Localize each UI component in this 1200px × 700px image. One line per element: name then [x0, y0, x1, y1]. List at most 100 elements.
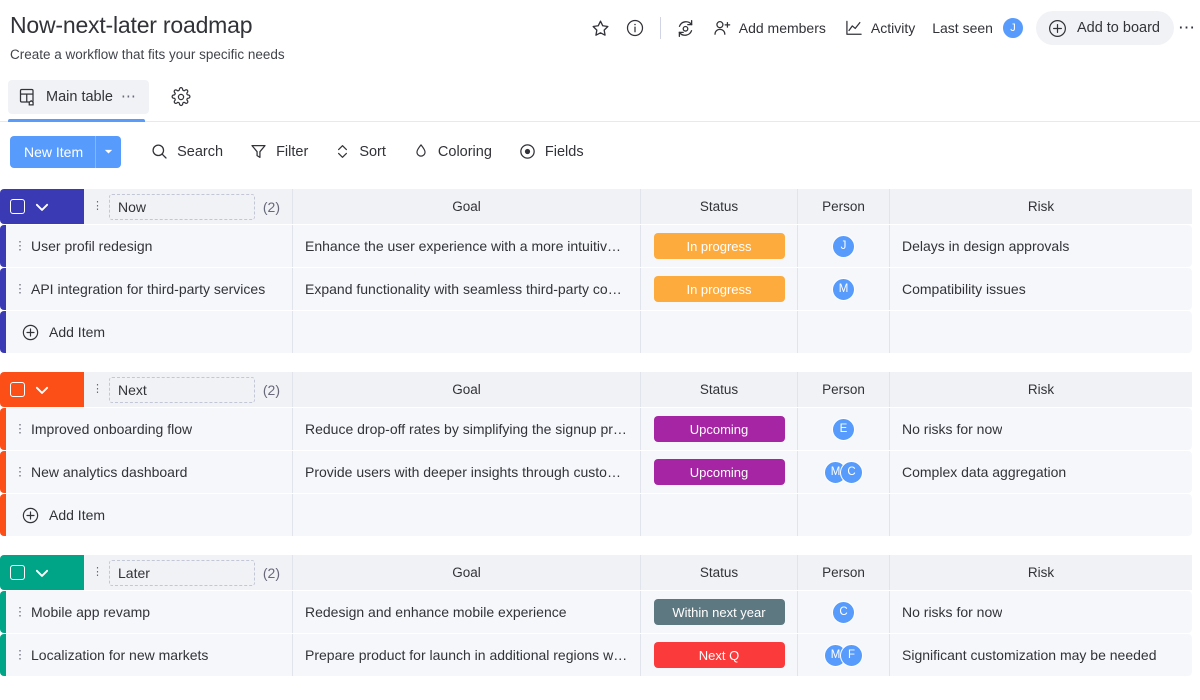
column-header-risk[interactable]: Risk — [889, 372, 1192, 407]
status-badge[interactable]: Upcoming — [654, 416, 785, 442]
status-badge[interactable]: Within next year — [654, 599, 785, 625]
risk-cell[interactable]: No risks for now — [889, 408, 1192, 450]
risk-cell-empty[interactable] — [889, 311, 1192, 353]
person-cell-empty[interactable] — [797, 494, 889, 536]
status-badge[interactable]: In progress — [654, 233, 785, 259]
group-name[interactable]: Later — [109, 560, 255, 586]
group-name[interactable]: Next — [109, 377, 255, 403]
person-cell-empty[interactable] — [797, 311, 889, 353]
column-header-goal[interactable]: Goal — [292, 189, 640, 224]
sort-button[interactable]: Sort — [323, 136, 397, 168]
person-cell[interactable]: E — [797, 408, 889, 450]
group-collapse-chevron-icon[interactable] — [35, 200, 49, 214]
group-select-checkbox[interactable] — [10, 199, 25, 214]
goal-cell-empty[interactable] — [292, 311, 640, 353]
row-menu-icon[interactable]: ⋮ — [14, 471, 26, 474]
group-select-checkbox[interactable] — [10, 565, 25, 580]
status-cell[interactable]: Upcoming — [640, 451, 797, 493]
item-name-cell[interactable]: ⋮Mobile app revamp — [0, 591, 292, 633]
column-header-risk[interactable]: Risk — [889, 555, 1192, 590]
add-item-button[interactable]: Add Item — [0, 494, 292, 536]
person-cell[interactable]: MF — [797, 634, 889, 676]
item-name-cell[interactable]: ⋮New analytics dashboard — [0, 451, 292, 493]
risk-cell[interactable]: No risks for now — [889, 591, 1192, 633]
avatar[interactable]: M — [832, 278, 855, 301]
tab-menu-icon[interactable]: ⋯ — [121, 93, 137, 101]
search-button[interactable]: Search — [139, 136, 234, 168]
column-header-person[interactable]: Person — [797, 555, 889, 590]
table-row[interactable]: ⋮API integration for third-party service… — [0, 268, 1192, 310]
add-members-button[interactable]: Add members — [703, 12, 835, 44]
avatar[interactable]: C — [840, 461, 863, 484]
chevron-down-icon[interactable] — [95, 136, 121, 168]
goal-cell[interactable]: Reduce drop-off rates by simplifying the… — [292, 408, 640, 450]
avatar[interactable]: E — [832, 418, 855, 441]
column-header-person[interactable]: Person — [797, 372, 889, 407]
group-collapse-chevron-icon[interactable] — [35, 383, 49, 397]
table-row[interactable]: ⋮User profil redesignEnhance the user ex… — [0, 225, 1192, 267]
group-drag-handle-icon[interactable]: ⋮ — [92, 201, 102, 212]
add-item-button[interactable]: Add Item — [0, 311, 292, 353]
column-header-status[interactable]: Status — [640, 555, 797, 590]
table-row[interactable]: ⋮Improved onboarding flowReduce drop-off… — [0, 408, 1192, 450]
coloring-button[interactable]: Coloring — [401, 136, 503, 168]
status-badge[interactable]: Upcoming — [654, 459, 785, 485]
status-cell-empty[interactable] — [640, 311, 797, 353]
add-item-row[interactable]: Add Item — [0, 494, 1192, 536]
filter-button[interactable]: Filter — [238, 136, 319, 168]
group-drag-handle-icon[interactable]: ⋮ — [92, 384, 102, 395]
add-to-board-button[interactable]: Add to board — [1036, 11, 1174, 45]
column-header-goal[interactable]: Goal — [292, 372, 640, 407]
person-cell[interactable]: J — [797, 225, 889, 267]
status-badge[interactable]: In progress — [654, 276, 785, 302]
row-menu-icon[interactable]: ⋮ — [14, 654, 26, 657]
activity-button[interactable]: Activity — [835, 12, 924, 44]
board-info-button[interactable] — [618, 11, 652, 45]
status-badge[interactable]: Next Q — [654, 642, 785, 668]
group-select-checkbox[interactable] — [10, 382, 25, 397]
risk-cell-empty[interactable] — [889, 494, 1192, 536]
row-menu-icon[interactable]: ⋮ — [14, 428, 26, 431]
risk-cell[interactable]: Delays in design approvals — [889, 225, 1192, 267]
new-item-button[interactable]: New Item — [10, 136, 121, 168]
goal-cell[interactable]: Redesign and enhance mobile experience — [292, 591, 640, 633]
add-item-row[interactable]: Add Item — [0, 311, 1192, 353]
item-name-cell[interactable]: ⋮Localization for new markets — [0, 634, 292, 676]
avatar[interactable]: J — [1002, 17, 1024, 39]
risk-cell[interactable]: Complex data aggregation — [889, 451, 1192, 493]
status-cell-empty[interactable] — [640, 494, 797, 536]
status-cell[interactable]: In progress — [640, 225, 797, 267]
column-header-risk[interactable]: Risk — [889, 189, 1192, 224]
status-cell[interactable]: Next Q — [640, 634, 797, 676]
goal-cell[interactable]: Provide users with deeper insights throu… — [292, 451, 640, 493]
status-cell[interactable]: Within next year — [640, 591, 797, 633]
goal-cell-empty[interactable] — [292, 494, 640, 536]
board-updates-button[interactable] — [669, 11, 703, 45]
column-header-goal[interactable]: Goal — [292, 555, 640, 590]
column-header-status[interactable]: Status — [640, 189, 797, 224]
tab-main-table[interactable]: Main table ⋯ — [8, 80, 149, 114]
goal-cell[interactable]: Enhance the user experience with a more … — [292, 225, 640, 267]
person-cell[interactable]: C — [797, 591, 889, 633]
avatar[interactable]: C — [832, 601, 855, 624]
group-drag-handle-icon[interactable]: ⋮ — [92, 567, 102, 578]
item-name-cell[interactable]: ⋮API integration for third-party service… — [0, 268, 292, 310]
person-cell[interactable]: M — [797, 268, 889, 310]
goal-cell[interactable]: Prepare product for launch in additional… — [292, 634, 640, 676]
row-menu-icon[interactable]: ⋮ — [14, 288, 26, 291]
avatar[interactable]: F — [840, 644, 863, 667]
column-header-status[interactable]: Status — [640, 372, 797, 407]
table-row[interactable]: ⋮Localization for new marketsPrepare pro… — [0, 634, 1192, 676]
favorite-star-button[interactable] — [584, 11, 618, 45]
group-name[interactable]: Now — [109, 194, 255, 220]
avatar[interactable]: J — [832, 235, 855, 258]
row-menu-icon[interactable]: ⋮ — [14, 245, 26, 248]
header-overflow-menu-button[interactable]: ⋯ — [1178, 11, 1196, 45]
row-menu-icon[interactable]: ⋮ — [14, 611, 26, 614]
column-header-person[interactable]: Person — [797, 189, 889, 224]
table-row[interactable]: ⋮Mobile app revampRedesign and enhance m… — [0, 591, 1192, 633]
item-name-cell[interactable]: ⋮User profil redesign — [0, 225, 292, 267]
risk-cell[interactable]: Compatibility issues — [889, 268, 1192, 310]
group-collapse-chevron-icon[interactable] — [35, 566, 49, 580]
risk-cell[interactable]: Significant customization may be needed — [889, 634, 1192, 676]
